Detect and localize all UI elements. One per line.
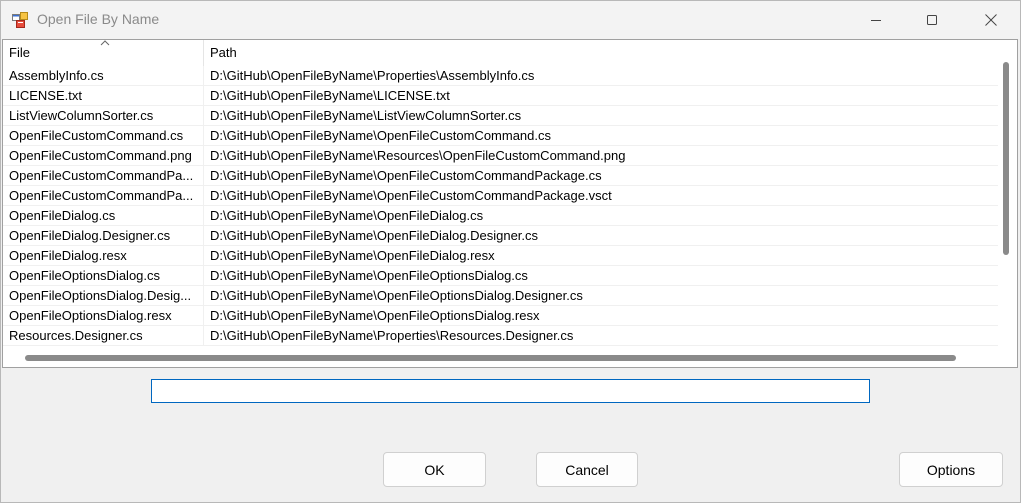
horizontal-scrollbar[interactable] xyxy=(3,347,998,367)
close-icon xyxy=(985,14,997,26)
file-list-view[interactable]: File Path AssemblyInfo.cs D:\GitHub\OpenF… xyxy=(2,39,1018,368)
list-item-path: D:\GitHub\OpenFileByName\Properties\Asse… xyxy=(210,68,535,83)
list-item[interactable]: OpenFileOptionsDialog.Desig... D:\GitHub\… xyxy=(3,286,998,306)
list-item[interactable]: OpenFileCustomCommand.png D:\GitHub\OpenF… xyxy=(3,146,998,166)
list-item-file: OpenFileCustomCommand.png xyxy=(3,146,204,165)
list-item[interactable]: OpenFileCustomCommandPa... D:\GitHub\Open… xyxy=(3,186,998,206)
list-item-file: ListViewColumnSorter.cs xyxy=(3,106,204,125)
list-item-file: OpenFileOptionsDialog.resx xyxy=(3,306,204,325)
ok-button[interactable]: OK xyxy=(383,452,486,487)
list-item-file: OpenFileCustomCommandPa... xyxy=(3,186,204,205)
list-rows: AssemblyInfo.cs D:\GitHub\OpenFileByName\… xyxy=(3,66,998,346)
search-input[interactable] xyxy=(151,379,870,403)
list-item[interactable]: OpenFileDialog.cs D:\GitHub\OpenFileByNam… xyxy=(3,206,998,226)
dialog-window: Open File By Name File Path AssemblyInfo… xyxy=(0,0,1021,503)
list-item[interactable]: OpenFileDialog.resx D:\GitHub\OpenFileByN… xyxy=(3,246,998,266)
list-item-path: D:\GitHub\OpenFileByName\OpenFileOptions… xyxy=(210,288,583,303)
vertical-scrollbar[interactable] xyxy=(998,40,1017,347)
list-item-file: OpenFileOptionsDialog.cs xyxy=(3,266,204,285)
list-item-path: D:\GitHub\OpenFileByName\OpenFileDialog.… xyxy=(210,208,484,223)
column-header-file-label: File xyxy=(9,45,30,60)
horizontal-scroll-thumb[interactable] xyxy=(25,355,956,361)
app-icon xyxy=(12,12,28,28)
list-item-path: D:\GitHub\OpenFileByName\Resources\OpenF… xyxy=(210,148,626,163)
vertical-scroll-thumb[interactable] xyxy=(1003,62,1009,255)
maximize-button[interactable] xyxy=(903,1,961,39)
list-item[interactable]: OpenFileDialog.Designer.cs D:\GitHub\Open… xyxy=(3,226,998,246)
list-item-path: D:\GitHub\OpenFileByName\OpenFileOptions… xyxy=(210,268,528,283)
list-item-file: Resources.Designer.cs xyxy=(3,326,204,345)
list-item-file: OpenFileOptionsDialog.Desig... xyxy=(3,286,204,305)
minimize-button[interactable] xyxy=(847,1,905,39)
cancel-button[interactable]: Cancel xyxy=(536,452,638,487)
list-item[interactable]: ListViewColumnSorter.cs D:\GitHub\OpenFil… xyxy=(3,106,998,126)
list-item-file: OpenFileCustomCommandPa... xyxy=(3,166,204,185)
column-header-path-label: Path xyxy=(210,45,237,60)
list-item[interactable]: OpenFileOptionsDialog.cs D:\GitHub\OpenFi… xyxy=(3,266,998,286)
title-bar[interactable]: Open File By Name xyxy=(1,1,1020,39)
minimize-icon xyxy=(871,20,881,21)
list-item-path: D:\GitHub\OpenFileByName\OpenFileDialog.… xyxy=(210,228,539,243)
list-item-file: OpenFileDialog.resx xyxy=(3,246,204,265)
column-header-file[interactable]: File xyxy=(3,40,204,66)
list-item-path: D:\GitHub\OpenFileByName\Properties\Reso… xyxy=(210,328,574,343)
list-header: File Path xyxy=(3,40,998,66)
list-item[interactable]: LICENSE.txt D:\GitHub\OpenFileByName\LICE… xyxy=(3,86,998,106)
list-item[interactable]: OpenFileOptionsDialog.resx D:\GitHub\Open… xyxy=(3,306,998,326)
list-item[interactable]: AssemblyInfo.cs D:\GitHub\OpenFileByName\… xyxy=(3,66,998,86)
list-item-file: OpenFileCustomCommand.cs xyxy=(3,126,204,145)
list-item-path: D:\GitHub\OpenFileByName\LICENSE.txt xyxy=(210,88,450,103)
window-title: Open File By Name xyxy=(37,11,160,27)
maximize-icon xyxy=(927,15,937,25)
list-item-path: D:\GitHub\OpenFileByName\OpenFileCustomC… xyxy=(210,128,552,143)
list-item-path: D:\GitHub\OpenFileByName\ListViewColumnS… xyxy=(210,108,522,123)
list-item-path: D:\GitHub\OpenFileByName\OpenFileDialog.… xyxy=(210,248,495,263)
list-item-file: OpenFileDialog.cs xyxy=(3,206,204,225)
list-item-path: D:\GitHub\OpenFileByName\OpenFileOptions… xyxy=(210,308,540,323)
options-button[interactable]: Options xyxy=(899,452,1003,487)
list-item-file: AssemblyInfo.cs xyxy=(3,66,204,85)
list-item-file: OpenFileDialog.Designer.cs xyxy=(3,226,204,245)
list-item-path: D:\GitHub\OpenFileByName\OpenFileCustomC… xyxy=(210,188,612,203)
column-header-path[interactable]: Path xyxy=(204,40,998,66)
list-item[interactable]: OpenFileCustomCommand.cs D:\GitHub\OpenFi… xyxy=(3,126,998,146)
list-item-file: LICENSE.txt xyxy=(3,86,204,105)
list-item-path: D:\GitHub\OpenFileByName\OpenFileCustomC… xyxy=(210,168,602,183)
sort-ascending-icon xyxy=(100,40,110,46)
list-item[interactable]: OpenFileCustomCommandPa... D:\GitHub\Open… xyxy=(3,166,998,186)
list-item[interactable]: Resources.Designer.cs D:\GitHub\OpenFileB… xyxy=(3,326,998,346)
close-button[interactable] xyxy=(962,1,1020,39)
